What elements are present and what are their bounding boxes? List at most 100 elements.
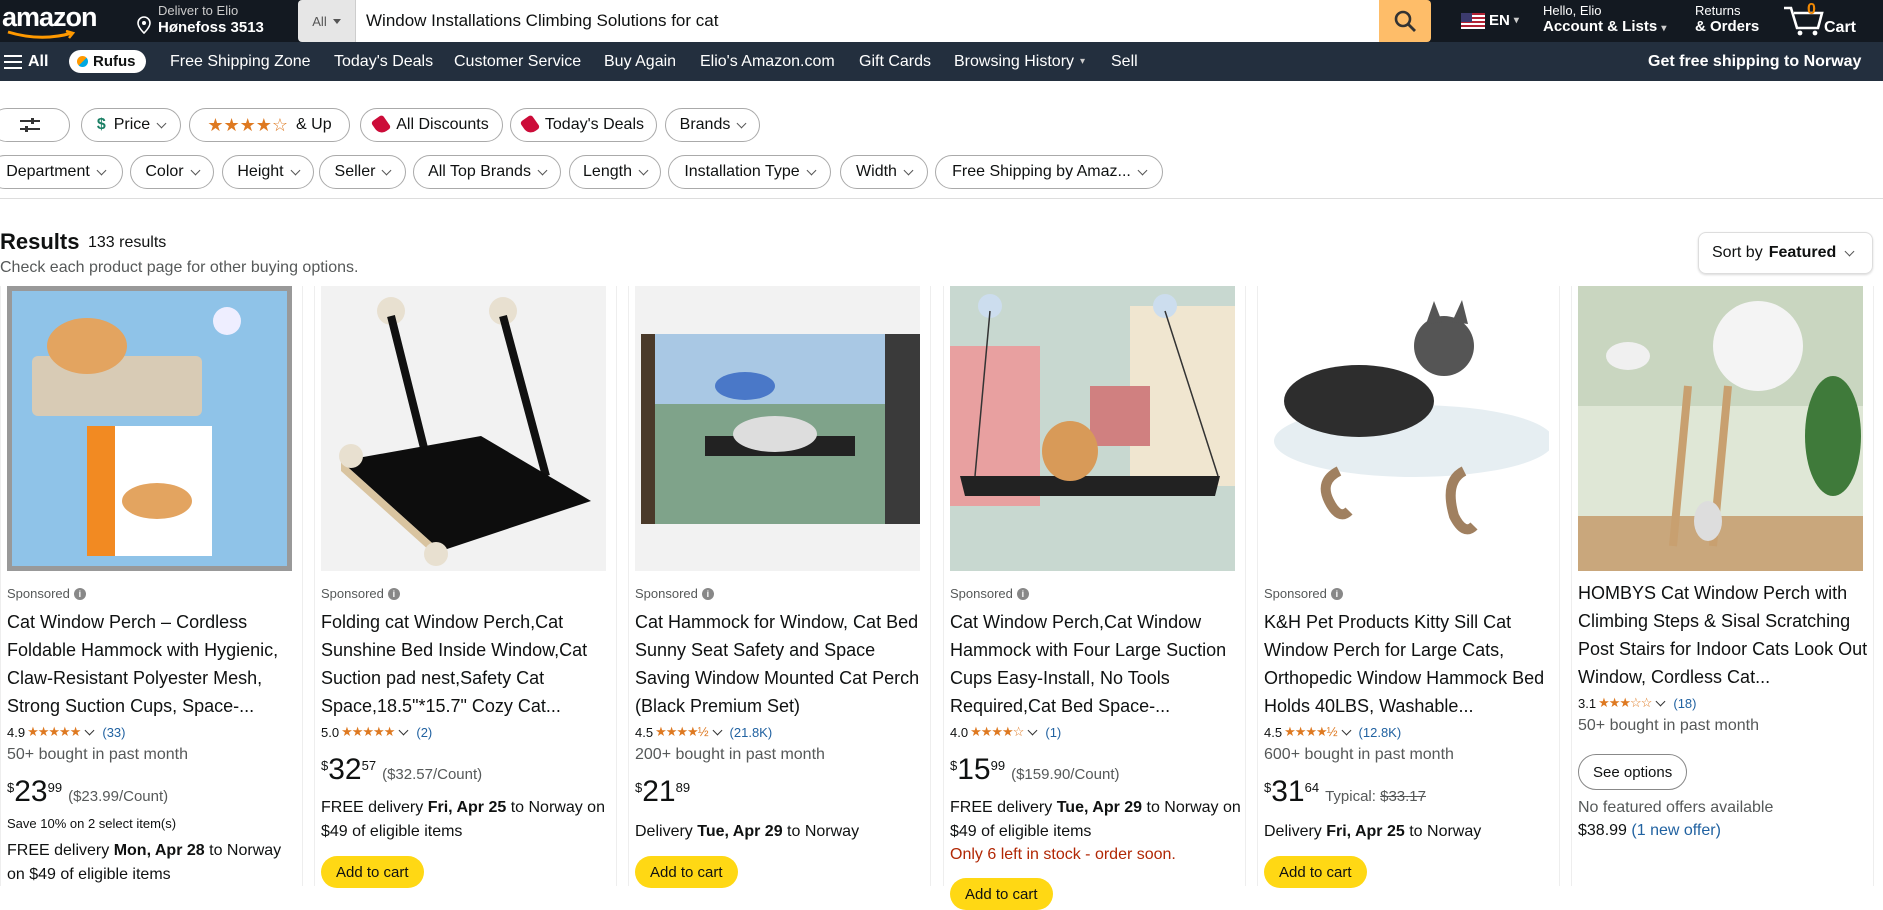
- chevron-down-icon: [1027, 725, 1038, 736]
- product-price[interactable]: $31 64 Typical: $33.17: [1264, 776, 1426, 808]
- shipping-promo[interactable]: Get free shipping to Norway: [1648, 42, 1861, 81]
- add-to-cart-button[interactable]: Add to cart: [1264, 856, 1367, 888]
- chevron-down-icon: [712, 725, 722, 736]
- product-card: Sponsored i Cat Window Perch,Cat Window H…: [943, 286, 1246, 910]
- chevron-down-icon: [638, 165, 649, 175]
- caret-down-icon: ▾: [1513, 15, 1519, 26]
- product-rating[interactable]: 3.1 ★★★☆☆ (18): [1578, 695, 1696, 711]
- delivery-info: Delivery Tue, Apr 29 to Norway: [635, 823, 860, 840]
- sponsored-label[interactable]: Sponsored i: [7, 586, 86, 601]
- search-button[interactable]: [1379, 0, 1431, 42]
- filter-all-discounts[interactable]: All Discounts: [360, 108, 503, 142]
- caret-down-icon: ▾: [1080, 56, 1086, 67]
- nav-todays-deals[interactable]: Today's Deals: [334, 42, 433, 81]
- info-icon: i: [73, 587, 86, 600]
- filter-todays-deals[interactable]: Today's Deals: [510, 108, 657, 142]
- info-icon: i: [387, 587, 400, 600]
- product-price[interactable]: $23 99 ($23.99/Count): [7, 776, 168, 808]
- filter-department[interactable]: Department: [0, 155, 123, 189]
- product-rating[interactable]: 4.5 ★★★★½ (21.8K): [635, 724, 772, 740]
- filter-height[interactable]: Height: [222, 155, 314, 189]
- us-flag-icon: [1461, 12, 1485, 29]
- info-icon: i: [1016, 587, 1029, 600]
- sponsored-label[interactable]: Sponsored i: [1264, 586, 1343, 601]
- delivery-info: Delivery Fri, Apr 25 to Norway: [1264, 823, 1482, 840]
- product-rating[interactable]: 5.0 ★★★★★ (2): [321, 724, 432, 740]
- filter-width[interactable]: Width: [840, 155, 928, 189]
- add-to-cart-button[interactable]: Add to cart: [321, 856, 424, 888]
- product-rating[interactable]: 4.9 ★★★★★ (33): [7, 724, 125, 740]
- product-image[interactable]: [635, 286, 920, 571]
- stars-icon: ★★★☆☆: [1598, 695, 1652, 710]
- product-title[interactable]: K&H Pet Products Kitty Sill Cat Window P…: [1264, 608, 1554, 720]
- delivery-info: FREE delivery Fri, Apr 25 to Norway on $…: [321, 799, 605, 840]
- product-image[interactable]: [1578, 286, 1863, 571]
- filter-installation-type[interactable]: Installation Type: [668, 155, 831, 189]
- product-image[interactable]: [1264, 286, 1549, 571]
- chevron-down-icon: [84, 725, 95, 736]
- chevron-down-icon: [382, 165, 392, 175]
- product-title[interactable]: HOMBYS Cat Window Perch with Climbing St…: [1578, 579, 1868, 691]
- sort-dropdown[interactable]: Sort by Featured: [1698, 232, 1873, 274]
- account-lists[interactable]: Hello, Elio Account & Lists ▾: [1543, 3, 1666, 38]
- product-title[interactable]: Cat Window Perch,Cat Window Hammock with…: [950, 608, 1240, 720]
- filter-settings-button[interactable]: [0, 108, 70, 142]
- product-price[interactable]: $21 89: [635, 776, 690, 808]
- nav-customer-service[interactable]: Customer Service: [454, 42, 581, 81]
- product-price[interactable]: $32 57 ($32.57/Count): [321, 754, 482, 786]
- nav-elios-amazon[interactable]: Elio's Amazon.com: [700, 42, 835, 81]
- filter-length[interactable]: Length: [569, 155, 661, 189]
- sponsored-label[interactable]: Sponsored i: [321, 586, 400, 601]
- filter-rating[interactable]: ★★★★☆ & Up: [189, 108, 350, 142]
- filter-price[interactable]: $ Price: [81, 108, 181, 142]
- chevron-down-icon: [156, 118, 167, 128]
- product-image[interactable]: [7, 286, 292, 571]
- add-to-cart-button[interactable]: Add to cart: [950, 878, 1053, 910]
- search-category-select[interactable]: All: [298, 0, 356, 42]
- nav-gift-cards[interactable]: Gift Cards: [859, 42, 931, 81]
- location-pin-icon: [137, 16, 151, 34]
- chevron-down-icon: [1341, 725, 1351, 736]
- nav-free-shipping-zone[interactable]: Free Shipping Zone: [170, 42, 311, 81]
- add-to-cart-button[interactable]: Add to cart: [635, 856, 738, 888]
- nav-buy-again[interactable]: Buy Again: [604, 42, 676, 81]
- product-rating[interactable]: 4.5 ★★★★½ (12.8K): [1264, 724, 1401, 740]
- filter-free-shipping[interactable]: Free Shipping by Amaz...: [935, 155, 1163, 189]
- sponsored-label[interactable]: Sponsored i: [635, 586, 714, 601]
- results-subtitle: Check each product page for other buying…: [0, 259, 359, 276]
- nav-browsing-history[interactable]: Browsing History ▾: [954, 42, 1085, 81]
- product-card: Sponsored i Cat Window Perch – Cordless F…: [0, 286, 303, 886]
- product-title[interactable]: Folding cat Window Perch,Cat Sunshine Be…: [321, 608, 611, 720]
- product-title[interactable]: Cat Window Perch – Cordless Foldable Ham…: [7, 608, 297, 720]
- product-image[interactable]: [950, 286, 1235, 571]
- amazon-logo[interactable]: amazon: [0, 0, 118, 42]
- dollar-icon: $: [96, 116, 106, 133]
- cart-button[interactable]: 0 Cart: [1782, 1, 1856, 40]
- sponsored-label[interactable]: Sponsored i: [950, 586, 1029, 601]
- nav-sell[interactable]: Sell: [1111, 42, 1138, 81]
- product-card: Sponsored i Cat Hammock for Window, Cat B…: [628, 286, 931, 888]
- other-offer[interactable]: $38.99 (1 new offer): [1578, 822, 1721, 840]
- returns-orders[interactable]: Returns & Orders: [1695, 3, 1759, 36]
- product-rating[interactable]: 4.0 ★★★★☆ (1): [950, 724, 1061, 740]
- delivery-info: FREE delivery Mon, Apr 28 to Norway on $…: [7, 842, 282, 883]
- filter-all-top-brands[interactable]: All Top Brands: [413, 155, 561, 189]
- chevron-down-icon: [290, 165, 301, 175]
- filter-seller[interactable]: Seller: [319, 155, 406, 189]
- filter-brands[interactable]: Brands: [665, 108, 760, 142]
- rufus-button[interactable]: Rufus: [69, 42, 146, 81]
- stars-icon: ★★★★★: [27, 724, 81, 739]
- product-title[interactable]: Cat Hammock for Window, Cat Bed Sunny Se…: [635, 608, 925, 720]
- product-price[interactable]: $15 99 ($159.90/Count): [950, 754, 1119, 786]
- search-input[interactable]: [356, 0, 1379, 42]
- all-menu-button[interactable]: All: [4, 42, 48, 81]
- language-selector[interactable]: EN ▾: [1461, 12, 1519, 29]
- see-options-button[interactable]: See options: [1578, 754, 1688, 790]
- filter-color[interactable]: Color: [130, 155, 214, 189]
- product-image[interactable]: [321, 286, 606, 571]
- search-bar: All: [298, 0, 1431, 42]
- savings-text: Save 10% on 2 select item(s): [7, 816, 177, 831]
- chevron-down-icon: [736, 118, 747, 128]
- price-tag-icon: [519, 114, 541, 136]
- chevron-down-icon: [1137, 165, 1148, 175]
